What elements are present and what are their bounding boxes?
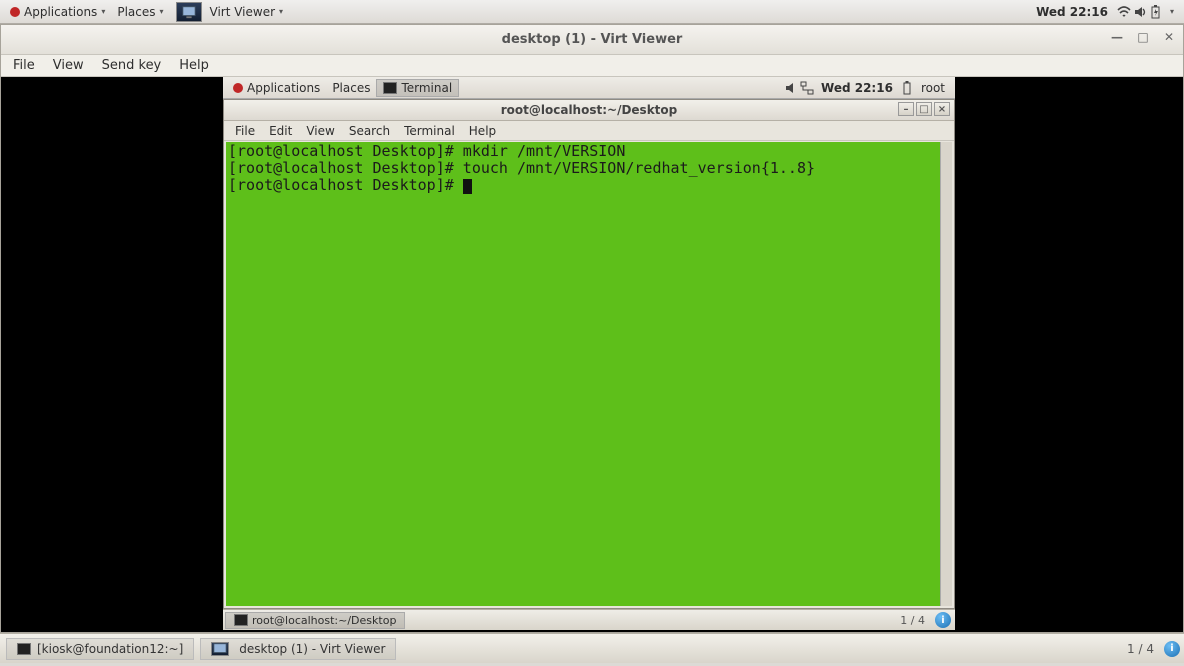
terminal-menu-terminal[interactable]: Terminal <box>397 122 462 140</box>
guest-places-label: Places <box>332 81 370 95</box>
terminal-menu-help[interactable]: Help <box>462 122 503 140</box>
terminal-text-area[interactable]: [root@localhost Desktop]# mkdir /mnt/VER… <box>226 142 940 606</box>
virt-viewer-menubar: File View Send key Help <box>1 55 1183 77</box>
terminal-icon <box>17 643 31 655</box>
host-places-label: Places <box>117 5 155 19</box>
virt-viewer-icon <box>211 642 229 656</box>
host-active-app-label: Virt Viewer <box>210 5 276 19</box>
host-taskbar-label-1: [kiosk@foundation12:~] <box>37 642 183 656</box>
guest-applications-menu[interactable]: Applications <box>227 79 326 97</box>
guest-volume-icon[interactable] <box>783 80 799 96</box>
guest-active-app-label: Terminal <box>401 81 452 95</box>
menu-view[interactable]: View <box>45 56 92 75</box>
terminal-title: root@localhost:~/Desktop <box>501 103 678 117</box>
host-bottom-panel: [kiosk@foundation12:~] desktop (1) - Vir… <box>0 633 1184 663</box>
host-active-app[interactable]: Virt Viewer ▾ <box>170 0 290 24</box>
host-taskbar-item-2[interactable]: desktop (1) - Virt Viewer <box>200 638 396 660</box>
menu-help[interactable]: Help <box>171 56 217 75</box>
terminal-menu-edit[interactable]: Edit <box>262 122 299 140</box>
host-applications-menu[interactable]: Applications ▾ <box>4 3 111 21</box>
volume-icon[interactable] <box>1132 4 1148 20</box>
window-controls: — □ ✕ <box>1109 29 1177 45</box>
guest-active-app[interactable]: Terminal <box>376 79 459 97</box>
guest-applications-label: Applications <box>247 81 320 95</box>
terminal-window-controls: – □ × <box>898 102 950 116</box>
guest-places-menu[interactable]: Places <box>326 79 376 97</box>
guest-network-icon[interactable] <box>799 80 815 96</box>
terminal-menu-file[interactable]: File <box>228 122 262 140</box>
virt-viewer-window: desktop (1) - Virt Viewer — □ ✕ File Vie… <box>0 24 1184 633</box>
guest-display[interactable]: Applications Places Terminal Wed 22:16 r… <box>1 77 1183 632</box>
terminal-body[interactable]: [root@localhost Desktop]# mkdir /mnt/VER… <box>226 142 952 606</box>
chevron-down-icon: ▾ <box>279 7 283 16</box>
terminal-menu-search[interactable]: Search <box>342 122 397 140</box>
virt-viewer-title: desktop (1) - Virt Viewer <box>502 32 683 47</box>
terminal-titlebar[interactable]: root@localhost:~/Desktop – □ × <box>224 100 954 121</box>
host-places-menu[interactable]: Places ▾ <box>111 3 169 21</box>
terminal-scrollbar[interactable] <box>940 142 952 606</box>
terminal-maximize-button[interactable]: □ <box>916 102 932 116</box>
host-notification-icon[interactable]: i <box>1164 641 1180 657</box>
minimize-button[interactable]: — <box>1109 29 1125 45</box>
host-taskbar-item-1[interactable]: [kiosk@foundation12:~] <box>6 638 194 660</box>
host-workspace-pager[interactable]: 1 / 4 <box>1121 642 1160 656</box>
terminal-close-button[interactable]: × <box>934 102 950 116</box>
terminal-minimize-button[interactable]: – <box>898 102 914 116</box>
guest-desktop: Applications Places Terminal Wed 22:16 r… <box>223 77 955 630</box>
close-button[interactable]: ✕ <box>1161 29 1177 45</box>
guest-user-menu[interactable]: root <box>915 79 951 97</box>
guest-clock[interactable]: Wed 22:16 <box>815 79 899 97</box>
menu-file[interactable]: File <box>5 56 43 75</box>
maximize-button[interactable]: □ <box>1135 29 1151 45</box>
guest-taskbar-item[interactable]: root@localhost:~/Desktop <box>225 612 405 629</box>
host-taskbar-label-2: desktop (1) - Virt Viewer <box>239 642 385 656</box>
guest-workspace-pager[interactable]: 1 / 4 <box>894 614 931 627</box>
guest-taskbar-label: root@localhost:~/Desktop <box>252 614 396 627</box>
virt-viewer-icon <box>176 2 202 22</box>
host-applications-label: Applications <box>24 5 97 19</box>
chevron-down-icon: ▾ <box>159 7 163 16</box>
guest-top-panel: Applications Places Terminal Wed 22:16 r… <box>223 77 955 99</box>
guest-notification-icon[interactable]: i <box>935 612 951 628</box>
virt-viewer-titlebar[interactable]: desktop (1) - Virt Viewer — □ ✕ <box>1 25 1183 55</box>
terminal-menu-view[interactable]: View <box>299 122 341 140</box>
terminal-window: root@localhost:~/Desktop – □ × File Edit… <box>223 99 955 609</box>
redhat-icon <box>10 7 20 17</box>
terminal-icon <box>383 82 397 94</box>
guest-battery-icon[interactable] <box>899 80 915 96</box>
shutdown-icon[interactable]: ▾ <box>1164 4 1180 20</box>
menu-sendkey[interactable]: Send key <box>94 56 170 75</box>
chevron-down-icon: ▾ <box>101 7 105 16</box>
redhat-icon <box>233 83 243 93</box>
terminal-icon <box>234 614 248 626</box>
host-clock[interactable]: Wed 22:16 <box>1028 5 1116 19</box>
host-top-panel: Applications ▾ Places ▾ Virt Viewer ▾ We… <box>0 0 1184 24</box>
battery-icon[interactable] <box>1148 4 1164 20</box>
guest-bottom-panel: root@localhost:~/Desktop 1 / 4 i <box>223 609 955 630</box>
wifi-icon[interactable] <box>1116 4 1132 20</box>
terminal-menubar: File Edit View Search Terminal Help <box>224 121 954 141</box>
